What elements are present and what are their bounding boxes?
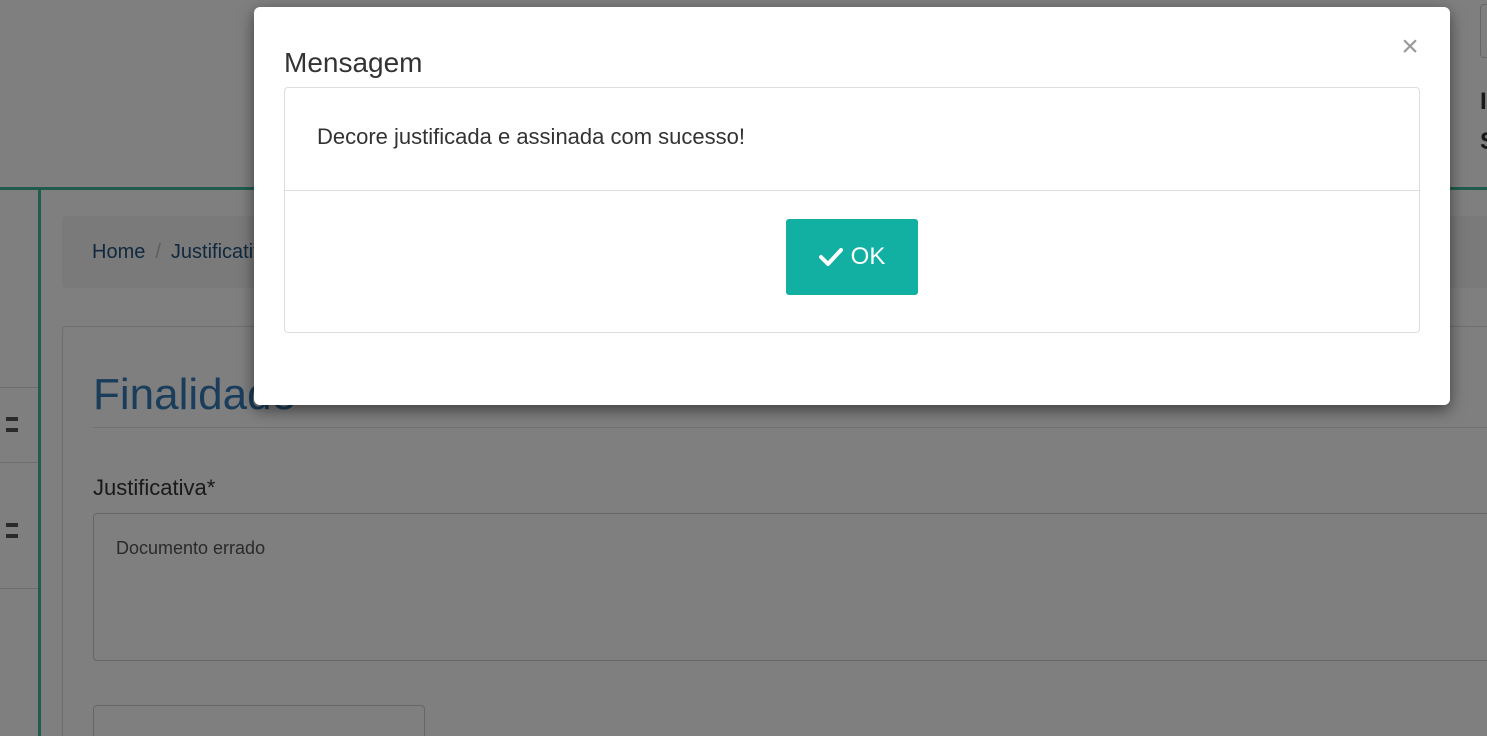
page: I S Home/Justificativa Finalidade Justif… bbox=[0, 0, 1487, 736]
check-icon bbox=[818, 248, 843, 266]
dialog-title: Mensagem bbox=[284, 47, 423, 78]
message-dialog: Mensagem × Decore justificada e assinada… bbox=[254, 7, 1450, 405]
message-divider bbox=[285, 190, 1419, 191]
ok-button-label: OK bbox=[850, 243, 886, 270]
dialog-message: Decore justificada e assinada com sucess… bbox=[317, 124, 745, 149]
message-panel: Decore justificada e assinada com sucess… bbox=[284, 87, 1420, 333]
ok-button[interactable]: OK bbox=[786, 219, 918, 295]
close-icon[interactable]: × bbox=[1392, 29, 1428, 65]
